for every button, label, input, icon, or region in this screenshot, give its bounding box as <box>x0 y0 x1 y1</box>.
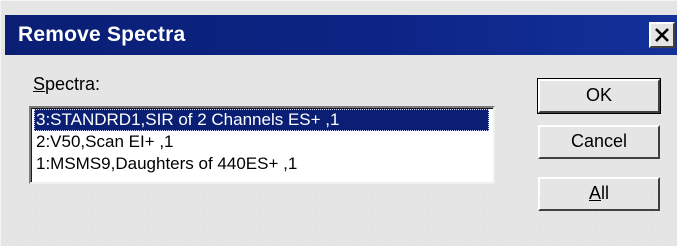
spectra-list-item-3[interactable]: 3:STANDRD1,SIR of 2 Channels ES+ ,1 <box>34 109 489 131</box>
remove-spectra-dialog: Remove Spectra Spectra: 3:STANDRD1,SIR o… <box>0 0 677 246</box>
dialog-background-pattern <box>1 191 677 246</box>
spectra-listbox[interactable]: 3:STANDRD1,SIR of 2 Channels ES+ ,1 2:V5… <box>29 106 495 184</box>
close-icon <box>655 28 669 42</box>
dialog-title: Remove Spectra <box>18 23 186 46</box>
close-button[interactable] <box>649 22 675 48</box>
spectra-list-item-2[interactable]: 2:V50,Scan EI+ ,1 <box>34 131 489 153</box>
ok-button[interactable]: OK <box>537 78 661 114</box>
cancel-button[interactable]: Cancel <box>538 125 660 159</box>
spectra-label: Spectra: <box>33 73 100 95</box>
spectra-label-rest: pectra: <box>45 74 101 94</box>
spectra-list-item-1[interactable]: 1:MSMS9,Daughters of 440ES+ ,1 <box>34 153 489 175</box>
title-bar[interactable]: Remove Spectra <box>5 15 677 55</box>
spectra-label-mnemonic: S <box>33 74 46 94</box>
